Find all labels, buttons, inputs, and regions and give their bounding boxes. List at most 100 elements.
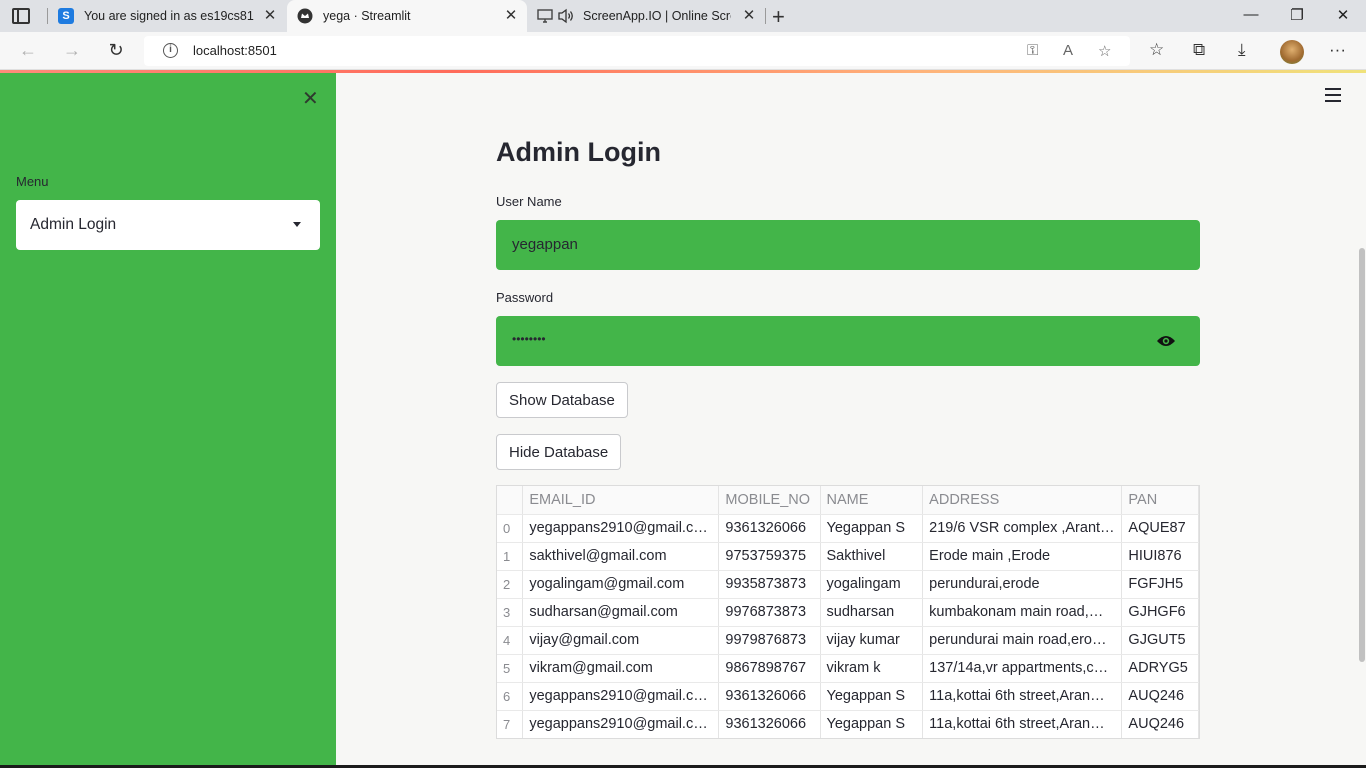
- table-cell: Yegappan S: [820, 710, 924, 738]
- tab-streamlit[interactable]: yega · Streamlit ✕: [287, 0, 527, 32]
- password-value: ••••••••: [512, 332, 546, 346]
- tab-actions-icon[interactable]: [12, 8, 30, 24]
- column-header[interactable]: PAN: [1121, 486, 1199, 515]
- close-icon[interactable]: ✕: [503, 8, 519, 24]
- forward-icon[interactable]: →: [61, 40, 83, 61]
- s-logo-icon: S: [58, 8, 74, 24]
- chevron-down-icon: [293, 222, 301, 227]
- username-value: yegappan: [512, 236, 578, 253]
- main-content: Admin Login User Name yegappan Password …: [336, 73, 1366, 768]
- close-icon[interactable]: ✕: [741, 8, 757, 24]
- close-icon[interactable]: ✕: [302, 86, 319, 111]
- table-cell: AQUE87: [1121, 514, 1199, 543]
- table-cell: GJGUT5: [1121, 626, 1199, 655]
- speaker-icon[interactable]: [557, 8, 575, 24]
- table-cell: yogalingam@gmail.com: [522, 570, 720, 599]
- table-cell: Yegappan S: [820, 514, 924, 543]
- table-cell: perundurai main road,ero…: [922, 626, 1123, 655]
- table-cell: FGFJH5: [1121, 570, 1199, 599]
- show-database-button[interactable]: Show Database: [496, 382, 628, 418]
- page-title: Admin Login: [496, 137, 661, 167]
- hamburger-menu-icon[interactable]: [1325, 88, 1341, 102]
- tab-separator: [47, 8, 48, 24]
- hide-database-button[interactable]: Hide Database: [496, 434, 622, 470]
- info-icon[interactable]: i: [163, 43, 178, 58]
- table-row[interactable]: 3 sudharsan@gmail.com 9976873873 sudharsan k…: [497, 598, 1199, 627]
- address-bar: ← → ↻ i localhost:8501 ⚿ A ☆ ☆ ⧉ ⤓ ···: [0, 32, 1366, 70]
- table-cell: sudharsan: [820, 598, 924, 627]
- table-cell: yegappans2910@gmail.c…: [522, 514, 720, 543]
- table-cell: 9979876873: [718, 626, 821, 655]
- index-header[interactable]: [497, 486, 524, 515]
- table-cell: 9867898767: [718, 654, 821, 683]
- monitor-icon: [537, 8, 553, 24]
- page-scrollbar[interactable]: [1359, 248, 1365, 662]
- table-row[interactable]: 7 yegappans2910@gmail.c… 9361326066 Yegappa…: [497, 710, 1199, 738]
- data-table[interactable]: EMAIL_ID MOBILE_NO NAME ADDRESS PAN 0 yegappa…: [496, 485, 1200, 739]
- tab-title: You are signed in as es19cs81: [84, 9, 254, 23]
- table-cell: vikram@gmail.com: [522, 654, 720, 683]
- username-input[interactable]: yegappan: [496, 220, 1200, 270]
- restore-icon[interactable]: ❐: [1287, 6, 1307, 24]
- sidebar: ✕ Menu Admin Login: [0, 73, 336, 768]
- table-row[interactable]: 1 sakthivel@gmail.com 9753759375 Sakthivel E…: [497, 542, 1199, 571]
- url-text: localhost:8501: [193, 43, 277, 58]
- close-icon[interactable]: ✕: [262, 8, 278, 24]
- table-cell: Yegappan S: [820, 682, 924, 711]
- table-cell: 9753759375: [718, 542, 821, 571]
- tab-bar: S You are signed in as es19cs81 ✕ yega ·…: [0, 0, 1366, 32]
- minimize-icon[interactable]: —: [1241, 6, 1261, 23]
- menu-select[interactable]: Admin Login: [16, 200, 320, 250]
- column-header[interactable]: ADDRESS: [922, 486, 1123, 515]
- row-index: 1: [497, 542, 524, 571]
- menu-label: Menu: [16, 174, 49, 189]
- url-field[interactable]: i localhost:8501 ⚿ A ☆: [144, 36, 1130, 66]
- tab-separator: [765, 8, 766, 24]
- table-cell: 9935873873: [718, 570, 821, 599]
- tab-title: yega · Streamlit: [323, 9, 411, 23]
- back-icon[interactable]: ←: [17, 40, 39, 61]
- refresh-icon[interactable]: ↻: [105, 40, 127, 61]
- row-index: 4: [497, 626, 524, 655]
- new-tab-icon[interactable]: +: [772, 4, 785, 30]
- column-header[interactable]: MOBILE_NO: [718, 486, 821, 515]
- window-close-icon[interactable]: ✕: [1333, 6, 1353, 24]
- tab-title: ScreenApp.IO | Online Scree: [583, 9, 731, 23]
- read-aloud-icon[interactable]: A: [1063, 42, 1073, 59]
- table-row[interactable]: 5 vikram@gmail.com 9867898767 vikram k 137/1…: [497, 654, 1199, 683]
- table-cell: yogalingam: [820, 570, 924, 599]
- table-row[interactable]: 0 yegappans2910@gmail.c… 9361326066 Yegappa…: [497, 514, 1199, 543]
- table-cell: kumbakonam main road,…: [922, 598, 1123, 627]
- downloads-icon[interactable]: ⤓: [1238, 40, 1246, 60]
- column-header[interactable]: NAME: [820, 486, 924, 515]
- key-icon[interactable]: ⚿: [1027, 42, 1038, 59]
- eye-icon[interactable]: [1156, 334, 1176, 348]
- profile-avatar[interactable]: [1280, 40, 1304, 64]
- streamlit-crown-icon: [297, 8, 313, 24]
- column-header[interactable]: EMAIL_ID: [522, 486, 720, 515]
- row-index: 6: [497, 682, 524, 711]
- favorites-icon[interactable]: ☆: [1149, 40, 1164, 60]
- password-input[interactable]: ••••••••: [496, 316, 1200, 366]
- tab-signed-in[interactable]: S You are signed in as es19cs81 ✕: [58, 0, 286, 32]
- table-cell: HIUI876: [1121, 542, 1199, 571]
- table-cell: vijay kumar: [820, 626, 924, 655]
- select-value: Admin Login: [30, 216, 117, 233]
- add-favorite-icon[interactable]: ☆: [1098, 42, 1111, 60]
- table-cell: GJHGF6: [1121, 598, 1199, 627]
- username-label: User Name: [496, 194, 562, 209]
- table-row[interactable]: 6 yegappans2910@gmail.c… 9361326066 Yegappa…: [497, 682, 1199, 711]
- table-row[interactable]: 4 vijay@gmail.com 9979876873 vijay kumar per…: [497, 626, 1199, 655]
- table-cell: sakthivel@gmail.com: [522, 542, 720, 571]
- table-cell: yegappans2910@gmail.c…: [522, 682, 720, 711]
- table-cell: 9361326066: [718, 682, 821, 711]
- table-row[interactable]: 2 yogalingam@gmail.com 9935873873 yogalinga…: [497, 570, 1199, 599]
- table-cell: yegappans2910@gmail.c…: [522, 710, 720, 738]
- table-cell: 9976873873: [718, 598, 821, 627]
- more-icon[interactable]: ···: [1329, 40, 1346, 60]
- table-cell: Erode main ,Erode: [922, 542, 1123, 571]
- collections-icon[interactable]: ⧉: [1193, 40, 1205, 60]
- table-cell: vijay@gmail.com: [522, 626, 720, 655]
- row-index: 2: [497, 570, 524, 599]
- tab-screenapp[interactable]: ScreenApp.IO | Online Scree ✕: [537, 0, 765, 32]
